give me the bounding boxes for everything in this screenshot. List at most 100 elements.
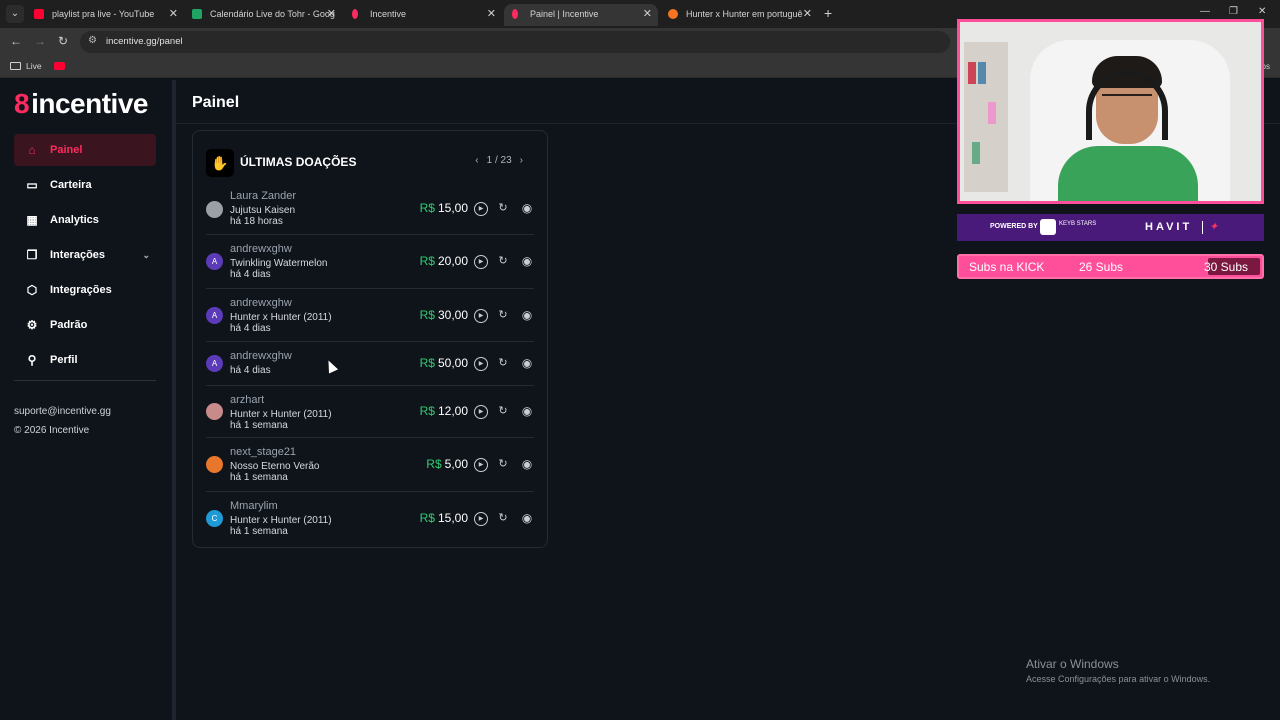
sidebar-item-analytics[interactable]: ▦ Analytics [14,204,156,236]
donation-message: Twinkling Watermelon [230,258,328,269]
donation-time: há 4 dias [230,269,271,280]
replay-icon[interactable]: ↻ [496,254,510,268]
donor-name: arzhart [230,394,265,406]
sponsor-banner: POWERED BY KEYB STARS HAVIT ✦ [957,214,1264,241]
sponsor-name: HAVIT [1145,221,1193,233]
keyb-stars-label: KEYB STARS [1059,221,1097,227]
incentive-logo[interactable]: 8incentive [14,88,148,120]
back-icon[interactable]: ← [10,34,22,48]
prev-page-icon[interactable]: ‹ [475,155,478,166]
play-icon[interactable]: ▶ [474,255,488,269]
forward-icon[interactable]: → [34,34,46,48]
support-email[interactable]: suporte@incentive.gg [14,406,111,417]
replay-icon[interactable]: ↻ [496,308,510,322]
donation-time: há 4 dias [230,365,271,376]
sidebar-item-interacoes[interactable]: ❐ Interações ⌄ [14,239,156,271]
donation-message: Jujutsu Kaisen [230,205,296,216]
donation-amount: R$ 5,00 [426,457,468,471]
close-tab-icon[interactable]: ✕ [803,4,812,24]
replay-icon[interactable]: ↻ [496,201,510,215]
sidebar-item-integracoes[interactable]: ⬡ Integrações [14,274,156,306]
tab-calendario[interactable]: Calendário Live do Tohr - Goog ✕ [184,4,342,26]
tab-hunter-x-hunter[interactable]: Hunter x Hunter em portuguê ✕ [660,4,818,26]
donation-time: há 4 dias [230,323,271,334]
play-icon[interactable]: ▶ [474,405,488,419]
donor-name: andrewxghw [230,243,292,255]
eye-icon[interactable]: ◉ [520,511,534,525]
new-tab-button[interactable]: + [824,5,832,21]
subs-goal-bar: Subs na KICK 26 Subs 30 Subs [957,254,1264,279]
reload-icon[interactable]: ↻ [58,34,68,48]
eye-icon[interactable]: ◉ [520,308,534,322]
tab-incentive[interactable]: Incentive ✕ [344,4,502,26]
sidebar-item-painel[interactable]: ⌂ Painel [14,134,156,166]
tab-youtube-playlist[interactable]: playlist pra live - YouTube ✕ [26,4,184,26]
donation-message: Hunter x Hunter (2011) [230,515,332,526]
donation-time: há 18 horas [230,216,283,227]
sponsor-divider [1202,221,1203,234]
chevron-down-icon: ⌄ [142,250,150,260]
donation-time: há 1 semana [230,472,288,483]
donation-amount: R$ 15,00 [419,511,468,525]
sidebar-divider [14,380,156,381]
tab-painel-incentive[interactable]: Painel | Incentive ✕ [504,4,658,26]
replay-icon[interactable]: ↻ [496,404,510,418]
donation-hand-icon: ✋ [206,149,234,177]
donation-time: há 1 semana [230,420,288,431]
close-tab-icon[interactable]: ✕ [169,4,178,24]
address-bar[interactable]: ⚙ incentive.gg/panel [80,31,950,53]
donation-row: A andrewxghw Hunter x Hunter (2011) há 4… [206,289,534,342]
avatar [206,403,223,420]
next-page-icon[interactable]: › [520,155,523,166]
replay-icon[interactable]: ↻ [496,511,510,525]
incentive-icon [512,9,518,19]
donation-message: Hunter x Hunter (2011) [230,312,332,323]
replay-icon[interactable]: ↻ [496,356,510,370]
donation-time: há 1 semana [230,526,288,537]
minimize-icon[interactable]: — [1200,6,1210,17]
donations-pager: ‹ 1 / 23 › [471,155,527,166]
eye-icon[interactable]: ◉ [520,201,534,215]
youtube-bookmark-icon[interactable] [53,62,65,70]
close-tab-icon[interactable]: ✕ [327,4,336,24]
eye-icon[interactable]: ◉ [520,254,534,268]
sheets-icon [192,9,202,19]
play-icon[interactable]: ▶ [474,458,488,472]
tab-search-button[interactable]: ⌄ [6,5,24,23]
crunchyroll-icon [668,9,678,19]
maximize-icon[interactable]: ❐ [1229,6,1238,17]
sidebar-nav: ⌂ Painel ▭ Carteira ▦ Analytics ❐ Intera… [14,134,156,379]
avatar [206,456,223,473]
sidebar-item-padrao[interactable]: ⚙ Padrão [14,309,156,341]
eye-icon[interactable]: ◉ [520,404,534,418]
avatar: C [206,510,223,527]
play-icon[interactable]: ▶ [474,512,488,526]
play-icon[interactable]: ▶ [474,309,488,323]
interactions-icon: ❐ [26,248,38,262]
close-window-icon[interactable]: ✕ [1258,6,1266,17]
close-tab-icon[interactable]: ✕ [643,4,652,24]
sidebar-item-carteira[interactable]: ▭ Carteira [14,169,156,201]
donor-name: Laura Zander [230,190,297,202]
donations-title: ÚLTIMAS DOAÇÕES [240,155,357,169]
eye-icon[interactable]: ◉ [520,457,534,471]
play-icon[interactable]: ▶ [474,202,488,216]
replay-icon[interactable]: ↻ [496,457,510,471]
site-info-icon[interactable]: ⚙ [88,35,97,46]
close-tab-icon[interactable]: ✕ [487,4,496,24]
wallet-icon: ▭ [26,178,38,192]
donation-row: A andrewxghw Twinkling Watermelon há 4 d… [206,235,534,289]
sidebar-border [172,80,176,720]
sponsor-secondary-logo-icon: ✦ [1209,221,1219,233]
eye-icon[interactable]: ◉ [520,356,534,370]
bookmark-folder-live[interactable]: Live [10,61,65,71]
sidebar-item-perfil[interactable]: ⚲ Perfil [14,344,156,376]
donation-amount: R$ 15,00 [419,201,468,215]
donation-amount: R$ 50,00 [419,356,468,370]
donor-name: next_stage21 [230,446,297,458]
copyright: © 2026 Incentive [14,425,90,436]
donation-amount: R$ 12,00 [419,404,468,418]
keyb-stars-logo-icon [1040,219,1056,235]
play-icon[interactable]: ▶ [474,357,488,371]
donation-row: next_stage21 Nosso Eterno Verão há 1 sem… [206,438,534,492]
